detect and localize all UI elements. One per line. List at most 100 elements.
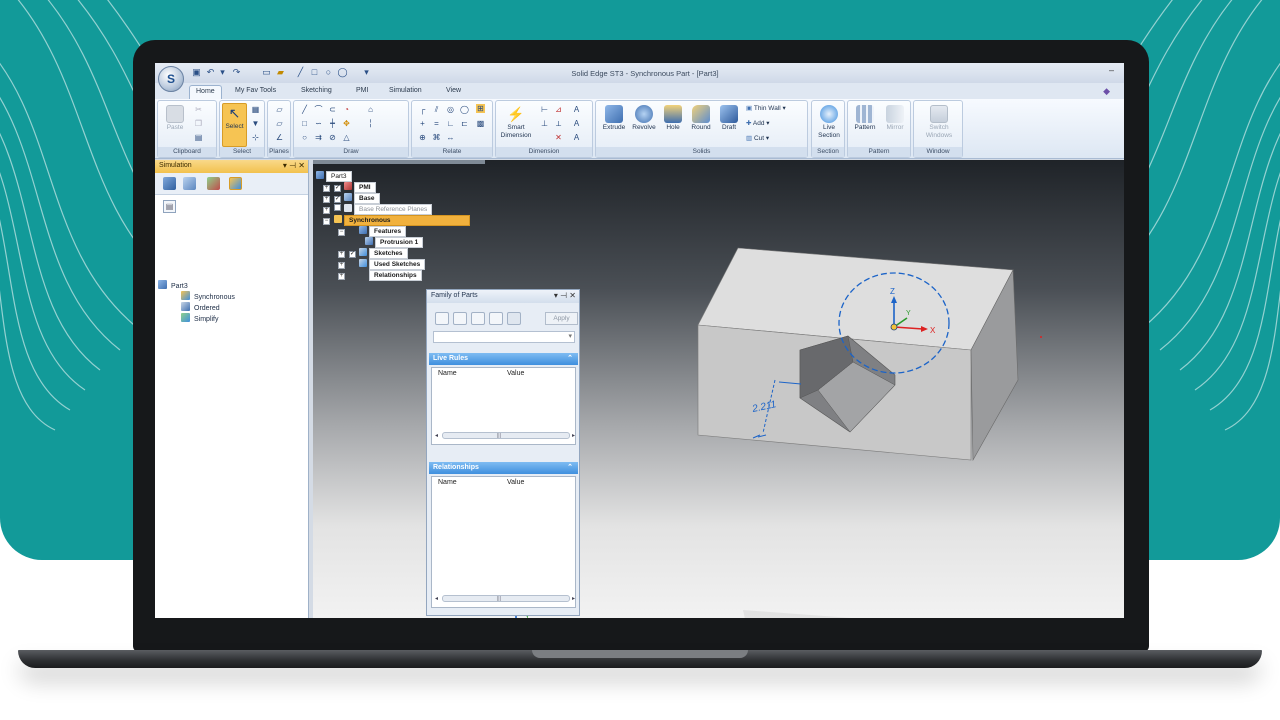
save-icon[interactable]: ▣ [191, 67, 202, 78]
connect-icon[interactable]: + [418, 119, 427, 128]
paste-button[interactable]: Paste [163, 105, 187, 132]
help-icon[interactable]: ◆ [1103, 86, 1110, 97]
new-member-icon[interactable] [435, 312, 449, 325]
circle-outline-icon[interactable]: ◯ [337, 67, 348, 78]
mirror-button[interactable]: Mirror [880, 105, 910, 132]
expand-toggle[interactable]: + [323, 196, 330, 203]
scroll-right-icon[interactable]: ▸ [572, 595, 575, 602]
pattern-button[interactable]: Pattern [850, 105, 880, 132]
format-painter-icon[interactable]: ▤ [194, 133, 203, 142]
apply-button[interactable]: Apply [545, 312, 578, 325]
pathfinder-item-pmi[interactable]: + ✓ PMI [323, 182, 376, 193]
cut-icon[interactable]: ✂ [194, 105, 203, 114]
visibility-checkbox[interactable]: ✓ [334, 196, 341, 203]
sim-tree-item-simplify[interactable]: Simplify [181, 313, 219, 323]
smart-dimension-button[interactable]: ⚡ Smart Dimension [498, 105, 534, 140]
equal-icon[interactable]: = [432, 119, 441, 128]
sim-tree-root[interactable]: Part3 [158, 280, 188, 290]
curve-icon[interactable]: ∽ [314, 119, 323, 128]
round-button[interactable]: Round [687, 105, 715, 132]
plane-icon[interactable]: ▱ [275, 105, 284, 114]
relationships-section-header[interactable]: Relationships ⌃ [429, 462, 578, 474]
revolve-button[interactable]: Revolve [629, 105, 659, 132]
select-tool-icon[interactable]: ▦ [251, 105, 260, 114]
symmetric-diameter-icon[interactable]: ⟂ [554, 119, 563, 128]
family-tab-icon[interactable] [207, 177, 220, 190]
plane-angle-icon[interactable]: ∠ [275, 133, 284, 142]
move-icon[interactable]: ✥ [342, 119, 351, 128]
application-button[interactable]: S [158, 66, 184, 92]
pathfinder-item-features[interactable]: − Features [338, 226, 407, 237]
line-icon[interactable]: ╱ [295, 67, 306, 78]
tab-pmi[interactable]: PMI [350, 85, 374, 99]
populate-icon[interactable] [489, 312, 503, 325]
live-section-button[interactable]: Live Section [814, 105, 844, 140]
table-icon[interactable] [507, 312, 521, 325]
arc-icon[interactable]: ⌒ [314, 105, 323, 114]
expand-toggle[interactable]: − [323, 218, 330, 225]
tangent-icon[interactable]: ◯ [460, 105, 469, 114]
pathfinder-item-used-sketches[interactable]: + Used Sketches [338, 259, 426, 270]
copy-icon[interactable]: ❐ [194, 119, 203, 128]
pathfinder-item-base-reference-planes[interactable]: + Base Reference Planes [323, 204, 433, 215]
select-button[interactable]: ↖ Select [222, 103, 247, 147]
collapse-icon[interactable]: ⌃ [567, 462, 573, 474]
pathfinder-item-sketches[interactable]: + ✓ Sketches [338, 248, 408, 259]
member-select[interactable]: ▾ [433, 331, 575, 343]
circle-icon[interactable]: ○ [323, 67, 334, 78]
relationship-handles-icon[interactable]: ▩ [476, 119, 485, 128]
tab-sketching[interactable]: Sketching [295, 85, 338, 99]
sim-tree-item-synchronous[interactable]: Synchronous [181, 291, 235, 301]
undo-icon[interactable]: ↶ [205, 67, 216, 78]
live-rules-section-header[interactable]: Live Rules ⌃ [429, 353, 578, 365]
edit-member-icon[interactable] [453, 312, 467, 325]
collinear-icon[interactable]: ⊏ [460, 119, 469, 128]
scroll-left-icon[interactable]: ◂ [435, 595, 438, 602]
expand-toggle[interactable]: + [338, 273, 345, 280]
viewport-resize-handle[interactable] [313, 160, 485, 164]
tab-simulation[interactable]: Simulation [383, 85, 428, 99]
collapse-icon[interactable]: ⌃ [567, 353, 573, 365]
tab-view[interactable]: View [440, 85, 467, 99]
expand-toggle[interactable]: + [323, 207, 330, 214]
simulation-tab-icon[interactable] [229, 177, 242, 190]
font-size-icon[interactable]: A [572, 133, 581, 142]
concentric-icon[interactable]: ◎ [446, 105, 455, 114]
expand-toggle[interactable]: + [323, 185, 330, 192]
panel-controls-icon[interactable]: ▾ ⊣ ✕ [554, 291, 576, 300]
minimize-button[interactable]: – [1109, 65, 1114, 75]
offset-icon[interactable]: ⇉ [314, 133, 323, 142]
maintain-relationships-icon[interactable]: ⊞ [476, 104, 485, 113]
extend-icon[interactable]: ┿ [328, 119, 337, 128]
pathfinder-root[interactable]: Part3 [316, 171, 352, 182]
horizontal-scrollbar[interactable]: ||| [442, 595, 570, 602]
draft-button[interactable]: Draft [715, 105, 743, 132]
dimension-style-icon[interactable]: A [572, 119, 581, 128]
lock-icon[interactable]: ⊕ [418, 133, 427, 142]
expand-toggle[interactable]: + [338, 262, 345, 269]
tab-my-fav-tools[interactable]: My Fav Tools [229, 85, 282, 99]
pathfinder-tab-icon[interactable] [163, 177, 176, 190]
perpendicular-icon[interactable]: ┌ [418, 105, 427, 114]
scroll-left-icon[interactable]: ◂ [435, 432, 438, 439]
thin-wall-button[interactable]: ▣ Thin Wall ▾ [746, 105, 786, 113]
coordinate-dimension-icon[interactable]: ⊥ [540, 119, 549, 128]
visibility-checkbox[interactable] [334, 204, 341, 211]
filter-icon[interactable]: ▼ [251, 119, 260, 128]
plane-offset-icon[interactable]: ▱ [275, 119, 284, 128]
line-tool-icon[interactable]: ╱ [300, 105, 309, 114]
dropdown-arrow-icon[interactable]: ▾ [217, 67, 228, 78]
add-button[interactable]: ✚ Add ▾ [746, 120, 770, 128]
sim-tree-item-ordered[interactable]: Ordered [181, 302, 220, 312]
expand-toggle[interactable]: − [338, 229, 345, 236]
rectangle-tool-icon[interactable]: □ [300, 119, 309, 128]
redo-icon[interactable]: ↷ [231, 67, 242, 78]
pathfinder-item-protrusion-1[interactable]: Protrusion 1 [365, 237, 424, 248]
new-document-icon[interactable]: ▭ [261, 67, 272, 78]
simulation-properties-icon[interactable]: ▤ [163, 200, 176, 213]
expand-toggle[interactable]: + [338, 251, 345, 258]
open-icon[interactable]: ▰ [275, 67, 286, 78]
project-icon[interactable]: ⊘ [328, 133, 337, 142]
sketch-view-icon[interactable]: ⌂ [366, 105, 375, 114]
switch-windows-button[interactable]: Switch Windows [917, 105, 961, 140]
